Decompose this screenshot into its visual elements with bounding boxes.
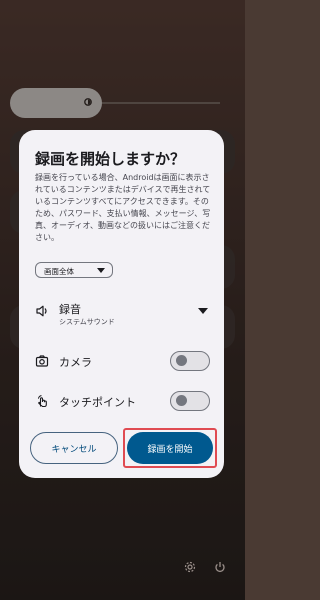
record-scope-dropdown[interactable]: 画面全体 xyxy=(35,262,113,278)
cancel-button[interactable]: キャンセル xyxy=(30,432,118,464)
dialog-title: 録画を開始しますか？ xyxy=(35,150,186,168)
toggle-knob xyxy=(176,355,187,366)
touch-label: タッチポイント xyxy=(59,396,136,409)
audio-source-label: システムサウンド xyxy=(59,318,115,326)
camera-icon xyxy=(35,355,49,367)
chevron-down-icon[interactable] xyxy=(198,308,208,314)
toggle-knob xyxy=(176,395,187,406)
start-recording-button[interactable]: 録画を開始 xyxy=(127,432,213,464)
speaker-icon xyxy=(36,305,47,317)
touch-toggle[interactable] xyxy=(170,391,210,411)
power-icon[interactable] xyxy=(214,561,226,573)
record-scope-value: 画面全体 xyxy=(44,267,74,276)
dialog-description: 録画を行っている場合、Androidは画面に表示されているコンテンツまたはデバイ… xyxy=(35,173,211,242)
touch-option: タッチポイント xyxy=(19,388,224,416)
settings-icon[interactable] xyxy=(184,561,196,573)
touch-icon xyxy=(37,395,47,408)
audio-label: 録音 xyxy=(59,303,81,316)
camera-option: カメラ xyxy=(19,348,224,376)
chevron-down-icon xyxy=(97,268,105,273)
camera-toggle[interactable] xyxy=(170,351,210,371)
camera-label: カメラ xyxy=(59,356,92,369)
start-button-highlight: 録画を開始 xyxy=(123,428,217,468)
audio-option[interactable]: 録音 システムサウンド xyxy=(19,298,224,326)
screen-record-dialog: 録画を開始しますか？ 録画を行っている場合、Androidは画面に表示されている… xyxy=(19,130,224,478)
